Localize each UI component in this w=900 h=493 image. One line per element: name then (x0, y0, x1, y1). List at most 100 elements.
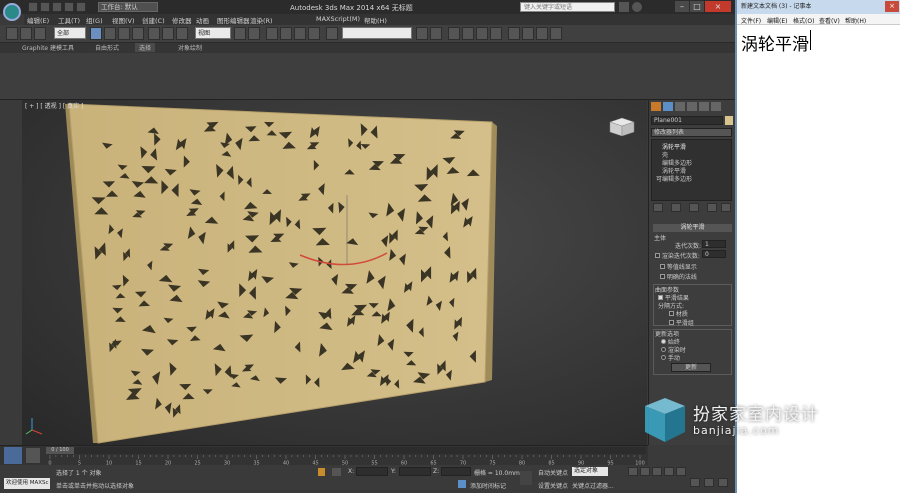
menu-animation[interactable]: 动画 (196, 15, 209, 25)
manually-radio[interactable] (661, 355, 666, 360)
play-icon[interactable] (652, 467, 662, 476)
window-crossing-icon[interactable] (132, 27, 144, 40)
link-icon[interactable] (6, 27, 18, 40)
modify-tab-icon[interactable] (663, 102, 673, 111)
explicit-normals-checkbox[interactable] (660, 274, 665, 279)
align-icon[interactable] (430, 27, 442, 40)
rendered-frame-icon[interactable] (536, 27, 548, 40)
rollout-turbosmooth-header[interactable]: 涡轮平滑 (653, 224, 732, 232)
update-manual-row[interactable]: 手动 (661, 353, 680, 362)
time-slider-thumb[interactable]: 0 / 100 (46, 447, 74, 454)
render-iterations-row[interactable]: 渲染迭代次数: (655, 251, 700, 260)
orbit-icon[interactable] (704, 478, 714, 487)
key-filters-button[interactable]: 关键点过滤器... (572, 481, 614, 490)
move-icon[interactable] (148, 27, 160, 40)
bind-spacewarp-icon[interactable] (34, 27, 46, 40)
always-radio[interactable] (661, 339, 666, 344)
absolute-mode-icon[interactable] (332, 468, 341, 476)
key-icon[interactable] (520, 471, 532, 485)
y-coordinate-field[interactable] (399, 467, 431, 476)
utilities-tab-icon[interactable] (711, 102, 721, 111)
tab-freeform[interactable]: 自由形式 (95, 43, 119, 52)
layer-manager-icon[interactable] (448, 27, 460, 40)
show-end-result-icon[interactable] (671, 203, 681, 212)
render-iterations-checkbox[interactable] (655, 253, 660, 258)
new-icon[interactable] (28, 2, 38, 12)
selection-filter-dropdown[interactable]: 全部 (54, 27, 86, 39)
render-iterations-spinner[interactable]: 0 (702, 250, 726, 258)
maximize-viewport-icon[interactable] (718, 478, 728, 487)
np-menu-file[interactable]: 文件(F) (741, 16, 761, 25)
hierarchy-tab-icon[interactable] (675, 102, 685, 111)
tab-object-paint[interactable]: 对象绘制 (178, 43, 202, 52)
search-icon[interactable] (619, 2, 629, 12)
materials-row[interactable]: 材质 (669, 309, 688, 318)
time-slider[interactable]: 0 / 100 (46, 447, 646, 454)
trackbar[interactable]: 0 5 10 15 20 25 30 35 40 45 50 55 60 65 70 75 80 85 90 95 10… (46, 455, 646, 465)
iterations-spinner[interactable]: 1 (702, 240, 726, 248)
next-frame-icon[interactable] (664, 467, 674, 476)
search-input[interactable]: 键入关键字或短语 (520, 2, 615, 12)
scale-icon[interactable] (176, 27, 188, 40)
z-coordinate-field[interactable] (441, 467, 471, 476)
materials-checkbox[interactable] (669, 311, 674, 316)
redo-icon[interactable] (76, 2, 86, 12)
render-setup-icon[interactable] (522, 27, 534, 40)
save-icon[interactable] (52, 2, 62, 12)
isoline-checkbox[interactable] (660, 264, 665, 269)
select-manipulate-icon[interactable] (248, 27, 260, 40)
select-by-name-icon[interactable] (104, 27, 116, 40)
configure-sets-icon[interactable] (721, 203, 731, 212)
timeline-toggle-icon[interactable] (26, 448, 40, 463)
notepad-close-button[interactable]: × (885, 1, 899, 12)
percent-snap-icon[interactable] (294, 27, 306, 40)
motion-tab-icon[interactable] (687, 102, 697, 111)
auto-key-button[interactable]: 自动关键点 (538, 468, 568, 477)
menu-tools[interactable]: 工具(T) (58, 15, 80, 25)
named-selection-dropdown[interactable] (342, 27, 412, 39)
unlink-icon[interactable] (20, 27, 32, 40)
mirror-icon[interactable] (416, 27, 428, 40)
remove-modifier-icon[interactable] (707, 203, 717, 212)
set-key-button[interactable]: 设置关键点 (538, 481, 568, 490)
lock-icon[interactable] (318, 468, 325, 476)
smoothing-groups-row[interactable]: 平滑组 (669, 318, 694, 327)
isoline-display-row[interactable]: 等值线显示 (660, 262, 697, 271)
menu-modifiers[interactable]: 修改器 (172, 15, 192, 25)
np-menu-view[interactable]: 查看(V) (819, 16, 840, 25)
np-menu-help[interactable]: 帮助(H) (845, 16, 866, 25)
add-time-tag[interactable]: 添加时间标记 (470, 481, 506, 490)
pan-icon[interactable] (690, 478, 700, 487)
notepad-text[interactable]: 涡轮平滑 (741, 30, 809, 55)
angle-snap-icon[interactable] (280, 27, 292, 40)
help-icon[interactable] (632, 2, 642, 12)
tab-selection[interactable]: 选择 (135, 43, 156, 52)
edit-named-selection-icon[interactable] (326, 27, 338, 40)
selected-object-dropdown[interactable]: 选定对象 (572, 467, 608, 476)
make-unique-icon[interactable] (689, 203, 699, 212)
object-name-field[interactable]: Plane001 (651, 116, 723, 125)
rectangular-selection-icon[interactable] (118, 27, 130, 40)
viewcube-icon[interactable] (609, 117, 635, 137)
maximize-button[interactable]: □ (690, 1, 704, 12)
menu-rendering[interactable]: 渲染(R) (250, 15, 273, 25)
spinner-snap-icon[interactable] (308, 27, 320, 40)
go-to-start-icon[interactable] (628, 467, 638, 476)
object-color-swatch[interactable] (725, 116, 733, 125)
snaps-toggle-icon[interactable] (266, 27, 278, 40)
np-menu-edit[interactable]: 编辑(E) (767, 16, 787, 25)
np-menu-format[interactable]: 格式(O) (793, 16, 814, 25)
render-production-icon[interactable] (550, 27, 562, 40)
time-tag-icon[interactable] (458, 480, 466, 488)
maxscript-listener[interactable]: 欢迎使用 MAXSc (4, 478, 50, 489)
undo-icon[interactable] (64, 2, 74, 12)
app-logo-icon[interactable] (3, 3, 21, 21)
update-button[interactable]: 更新 (671, 363, 711, 372)
select-object-icon[interactable] (90, 27, 102, 40)
workspace-dropdown[interactable]: 工作台: 默认 (98, 2, 158, 12)
menu-create[interactable]: 创建(C) (142, 15, 165, 25)
when-rendering-radio[interactable] (661, 347, 666, 352)
schematic-view-icon[interactable] (490, 27, 502, 40)
explicit-normals-row[interactable]: 明确的法线 (660, 272, 697, 281)
stack-item[interactable]: 可编辑多边形 (656, 174, 692, 183)
